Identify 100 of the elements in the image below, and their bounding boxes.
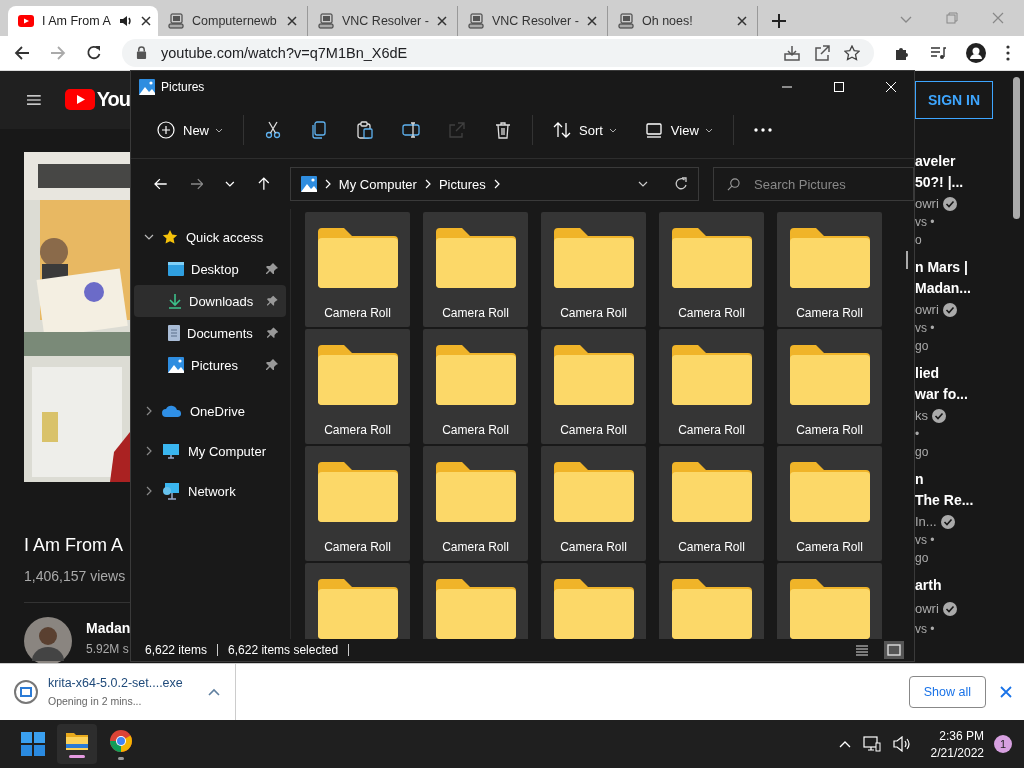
reload-icon[interactable] — [86, 44, 102, 61]
chevron-down-icon[interactable] — [638, 181, 648, 187]
search-field[interactable]: Search Pictures — [713, 167, 914, 201]
star-icon[interactable] — [844, 44, 860, 61]
close-icon[interactable] — [437, 15, 447, 26]
close-icon[interactable] — [737, 15, 747, 26]
sidebar-item[interactable]: Desktop — [134, 253, 286, 285]
maximize-icon[interactable] — [834, 81, 844, 92]
play-logo-icon[interactable] — [64, 89, 95, 111]
sidebar-item[interactable]: OneDrive — [134, 391, 286, 431]
folder-tile[interactable]: Camera Roll — [305, 329, 410, 444]
menu-icon[interactable] — [27, 92, 41, 107]
browser-tab[interactable]: Computernewb — [158, 5, 308, 36]
chevron-icon[interactable] — [144, 232, 154, 242]
folder-tile[interactable]: Camera Roll — [659, 329, 764, 444]
address-bar[interactable]: My Computer Pictures — [289, 167, 699, 201]
download-icon[interactable] — [784, 44, 800, 61]
pin-icon[interactable] — [267, 295, 278, 307]
clock-date[interactable]: 2/21/2022 — [930, 745, 984, 760]
chevron-right-icon[interactable] — [424, 179, 431, 189]
browser-tab[interactable]: Oh noes! — [608, 5, 758, 36]
kebab-menu-icon[interactable] — [1006, 44, 1010, 61]
close-icon[interactable] — [287, 15, 297, 26]
scrollbar-thumb[interactable] — [1013, 76, 1020, 219]
breadcrumb-item[interactable]: Pictures — [438, 176, 486, 192]
pin-icon[interactable] — [266, 359, 278, 371]
folder-tile[interactable]: Camera Roll — [659, 446, 764, 561]
new-button[interactable]: New — [143, 112, 237, 148]
video-title[interactable]: Madan... — [915, 277, 971, 299]
folder-tile[interactable]: Camera Roll — [305, 446, 410, 561]
folder-tile[interactable]: Camera Roll — [659, 212, 764, 327]
folder-icon — [433, 343, 518, 407]
folder-tile[interactable]: Camera Roll — [423, 212, 528, 327]
tiles-view-button[interactable] — [884, 641, 904, 659]
up-arrow-icon[interactable] — [257, 177, 271, 191]
clock-time[interactable]: 2:36 PM — [939, 728, 984, 743]
folder-tile[interactable]: Camera Roll — [423, 446, 528, 561]
forward-icon[interactable] — [189, 177, 204, 191]
video-title[interactable]: arth — [915, 574, 942, 596]
close-icon[interactable] — [140, 15, 151, 26]
browser-tab[interactable]: I Am From A — [8, 5, 158, 36]
caret-icon — [215, 127, 223, 133]
file-name[interactable]: krita-x64-5.0.2-set....exe — [48, 676, 198, 691]
folder-tile[interactable]: Camera Roll — [541, 446, 646, 561]
notification-badge[interactable]: 1 — [994, 735, 1012, 754]
sort-button[interactable]: Sort — [539, 112, 631, 148]
playlist-icon[interactable] — [930, 44, 946, 61]
show-all-button[interactable]: Show all — [908, 675, 986, 708]
browser-tab[interactable]: VNC Resolver - — [308, 5, 458, 36]
sidebar-item[interactable]: Network — [134, 471, 286, 511]
folder-tile[interactable]: Camera Roll — [777, 446, 882, 561]
chevron-icon[interactable] — [144, 446, 154, 456]
folder-tile[interactable]: Camera Roll — [423, 329, 528, 444]
share-icon[interactable] — [814, 44, 830, 61]
breadcrumb-item[interactable]: My Computer — [338, 176, 417, 192]
folder-tile[interactable]: Camera Roll — [777, 329, 882, 444]
folder-tile[interactable]: Camera Roll — [541, 212, 646, 327]
video-title[interactable]: lied — [915, 362, 940, 384]
video-title[interactable]: n — [915, 468, 924, 490]
channel-name[interactable]: Madan — [86, 619, 130, 636]
view-button[interactable]: View — [630, 112, 727, 148]
avatar-icon[interactable] — [24, 616, 72, 663]
close-icon[interactable] — [587, 15, 597, 26]
chevron-right-icon[interactable] — [493, 179, 500, 189]
chevron-right-icon[interactable] — [324, 179, 331, 189]
folder-tile[interactable]: Camera Roll — [777, 212, 882, 327]
pin-icon[interactable] — [266, 263, 278, 275]
logo-text[interactable]: You — [96, 88, 130, 112]
sidebar-item[interactable]: My Computer — [134, 431, 286, 471]
refresh-icon[interactable] — [674, 177, 688, 191]
sidebar-item[interactable]: Pictures — [134, 349, 286, 381]
sidebar-item[interactable]: Quick access — [134, 221, 286, 253]
speaker-icon[interactable] — [118, 13, 133, 28]
chevron-icon[interactable] — [144, 406, 154, 416]
folder-taskbar-button[interactable] — [57, 724, 97, 765]
caret-up-icon[interactable] — [838, 740, 851, 749]
scrollbar-thumb[interactable] — [906, 251, 908, 269]
new-tab-icon[interactable] — [772, 13, 786, 28]
video-title[interactable]: aveler — [915, 150, 956, 172]
sidebar-item[interactable]: Downloads — [134, 285, 286, 317]
network-icon[interactable] — [862, 736, 881, 753]
browser-tab[interactable]: VNC Resolver - — [458, 5, 608, 36]
address-field[interactable]: youtube.com/watch?v=q7M1Bn_X6dE — [122, 38, 874, 67]
start-icon[interactable] — [21, 732, 45, 757]
folder-icon — [551, 343, 636, 407]
folder-tile[interactable]: Camera Roll — [541, 329, 646, 444]
profile-icon[interactable] — [966, 42, 986, 63]
folder-icon — [787, 343, 872, 407]
back-icon[interactable] — [14, 44, 30, 61]
video-title[interactable]: war fo... — [915, 383, 968, 405]
video-title[interactable]: 50?! |... — [915, 171, 964, 193]
video-title[interactable]: The Re... — [915, 489, 974, 511]
folder-tile[interactable]: Camera Roll — [305, 212, 410, 327]
chevron-icon[interactable] — [144, 486, 154, 496]
pin-icon[interactable] — [266, 327, 278, 339]
video-title[interactable]: n Mars | — [915, 256, 968, 278]
sidebar-item[interactable]: Documents — [134, 317, 286, 349]
sign-in-button[interactable]: SIGN IN — [915, 80, 994, 119]
speaker-icon[interactable] — [892, 736, 911, 753]
chevron-up-icon[interactable] — [208, 687, 220, 696]
